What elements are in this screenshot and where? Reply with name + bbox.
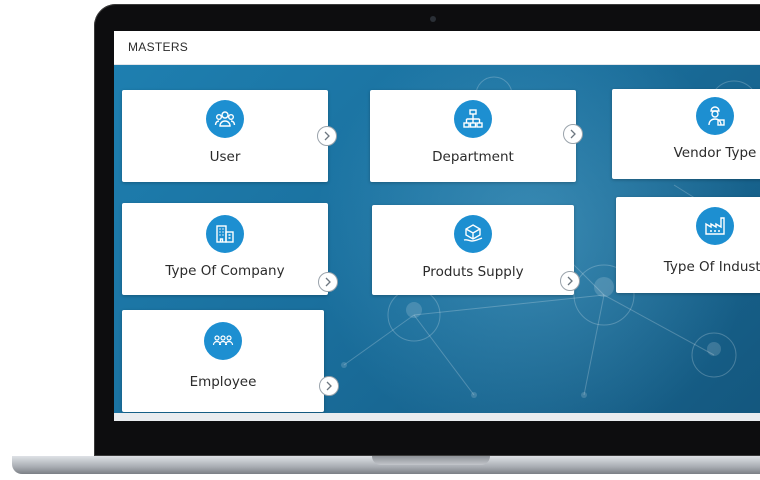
card-label: Department <box>432 149 514 165</box>
card-label: User <box>209 149 241 165</box>
type-of-company-arrow-button[interactable] <box>318 272 338 292</box>
vendor-worker-icon <box>696 97 734 135</box>
card-products-supply[interactable]: Produts Supply <box>372 205 574 295</box>
card-type-of-company[interactable]: Type Of Company <box>122 203 328 295</box>
page-header: MASTERS <box>114 31 760 65</box>
card-label: Employee <box>189 374 257 390</box>
camera-dot <box>430 16 436 22</box>
factory-icon <box>696 207 734 245</box>
chevron-right-icon <box>326 381 332 391</box>
card-vendor-type[interactable]: Vendor Type <box>612 89 760 179</box>
card-label: Vendor Type <box>673 145 757 161</box>
users-group-icon <box>206 100 244 138</box>
card-employee[interactable]: Employee <box>122 310 324 412</box>
app-screen: MASTERS User Department Vendor Type Type… <box>114 31 760 421</box>
employee-arrow-button[interactable] <box>319 376 339 396</box>
org-chart-icon <box>454 100 492 138</box>
card-department[interactable]: Department <box>370 90 576 182</box>
card-user[interactable]: User <box>122 90 328 182</box>
card-type-of-industry[interactable]: Type Of Industry <box>616 197 760 293</box>
building-icon <box>206 215 244 253</box>
chevron-right-icon <box>324 131 330 141</box>
bottom-strip <box>114 413 760 421</box>
laptop-base-notch <box>372 456 490 465</box>
employees-icon <box>204 322 242 360</box>
card-label: Type Of Company <box>165 263 285 279</box>
user-arrow-button[interactable] <box>317 126 337 146</box>
card-label: Produts Supply <box>422 264 524 280</box>
products-supply-arrow-button[interactable] <box>560 271 580 291</box>
masters-grid: User Department Vendor Type Type Of Comp… <box>114 65 760 421</box>
chevron-right-icon <box>570 129 576 139</box>
chevron-right-icon <box>567 276 573 286</box>
card-label: Type Of Industry <box>663 259 760 275</box>
page-title: MASTERS <box>128 40 189 54</box>
supply-box-icon <box>454 215 492 253</box>
department-arrow-button[interactable] <box>563 124 583 144</box>
chevron-right-icon <box>325 277 331 287</box>
